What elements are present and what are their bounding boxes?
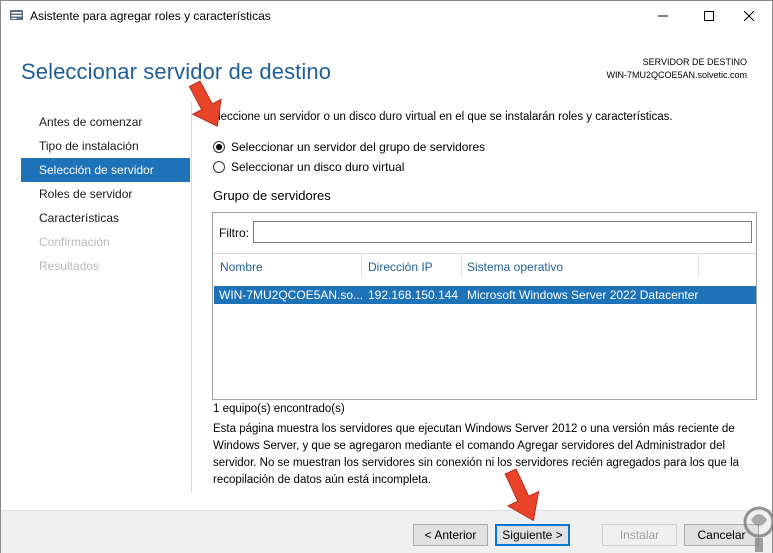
column-header-name[interactable]: Nombre (220, 260, 263, 274)
radio-button-checked[interactable] (213, 141, 225, 153)
column-separator[interactable] (461, 255, 462, 277)
nav-item-caracteristicas[interactable]: Características (21, 206, 190, 230)
destination-server-label: SERVIDOR DE DESTINO (642, 57, 747, 67)
minimize-icon (658, 15, 668, 17)
radio-server-pool-label: Seleccionar un servidor del grupo de ser… (231, 140, 486, 154)
column-header-os[interactable]: Sistema operativo (467, 260, 563, 274)
nav-item-confirmacion: Confirmación (39, 235, 110, 249)
page-title: Seleccionar servidor de destino (21, 59, 332, 84)
server-os-cell: Microsoft Windows Server 2022 Datacenter (467, 288, 699, 302)
server-pool-title: Grupo de servidores (213, 188, 331, 203)
list-divider (213, 253, 756, 254)
wizard-window: Asistente para agregar roles y caracterí… (0, 0, 773, 553)
install-button: Instalar (602, 524, 677, 546)
maximize-icon (704, 11, 714, 21)
nav-item-resultados: Resultados (39, 259, 100, 273)
column-separator[interactable] (361, 255, 362, 277)
nav-item-seleccion-de-servidor[interactable]: Selección de servidor (21, 158, 190, 182)
info-text: Esta página muestra los servidores que e… (213, 423, 740, 486)
radio-button-unchecked[interactable] (213, 161, 225, 173)
title-bar: Asistente para agregar roles y caracterí… (1, 1, 772, 31)
close-icon (744, 11, 754, 21)
radio-server-pool[interactable]: Seleccionar un servidor del grupo de ser… (213, 140, 485, 154)
red-arrow-icon (504, 468, 540, 522)
nav-item-roles-de-servidor[interactable]: Roles de servidor (21, 182, 190, 206)
wizard-footer: < Anterior Siguiente > Instalar Cancelar (1, 510, 772, 553)
back-button[interactable]: < Anterior (413, 524, 488, 546)
radio-virtual-disk-label: Seleccionar un disco duro virtual (231, 160, 405, 174)
radio-virtual-disk[interactable]: Seleccionar un disco duro virtual (213, 160, 404, 174)
filter-input[interactable] (253, 221, 752, 243)
destination-server-value: WIN-7MU2QCOE5AN.solvetic.com (606, 70, 747, 80)
found-count: 1 equipo(s) encontrado(s) (213, 403, 345, 415)
server-pool-box: Filtro: Nombre Dirección IP Sistema oper… (212, 212, 757, 400)
minimize-button[interactable] (640, 1, 686, 31)
window-title: Asistente para agregar roles y caracterí… (30, 9, 271, 23)
server-row[interactable]: WIN-7MU2QCOE5AN.so... 192.168.150.144 Mi… (214, 286, 756, 304)
nav-item-antes-de-comenzar[interactable]: Antes de comenzar (21, 110, 190, 134)
solvetic-logo-icon (743, 506, 773, 552)
column-separator[interactable] (698, 255, 699, 277)
next-button[interactable]: Siguiente > (495, 524, 570, 546)
server-manager-icon (10, 10, 23, 20)
close-button[interactable] (726, 1, 772, 31)
column-header-ip[interactable]: Dirección IP (368, 260, 433, 274)
nav-item-tipo-de-instalacion[interactable]: Tipo de instalación (21, 134, 190, 158)
filter-label: Filtro: (219, 226, 249, 240)
red-arrow-icon (188, 80, 222, 127)
intro-text: Seleccione un servidor o un disco duro v… (204, 111, 673, 123)
nav-divider (191, 101, 192, 493)
wizard-steps-nav: Antes de comenzar Tipo de instalación Se… (21, 110, 190, 278)
server-name-cell: WIN-7MU2QCOE5AN.so... (219, 288, 364, 302)
server-ip-cell: 192.168.150.144 (368, 288, 459, 302)
